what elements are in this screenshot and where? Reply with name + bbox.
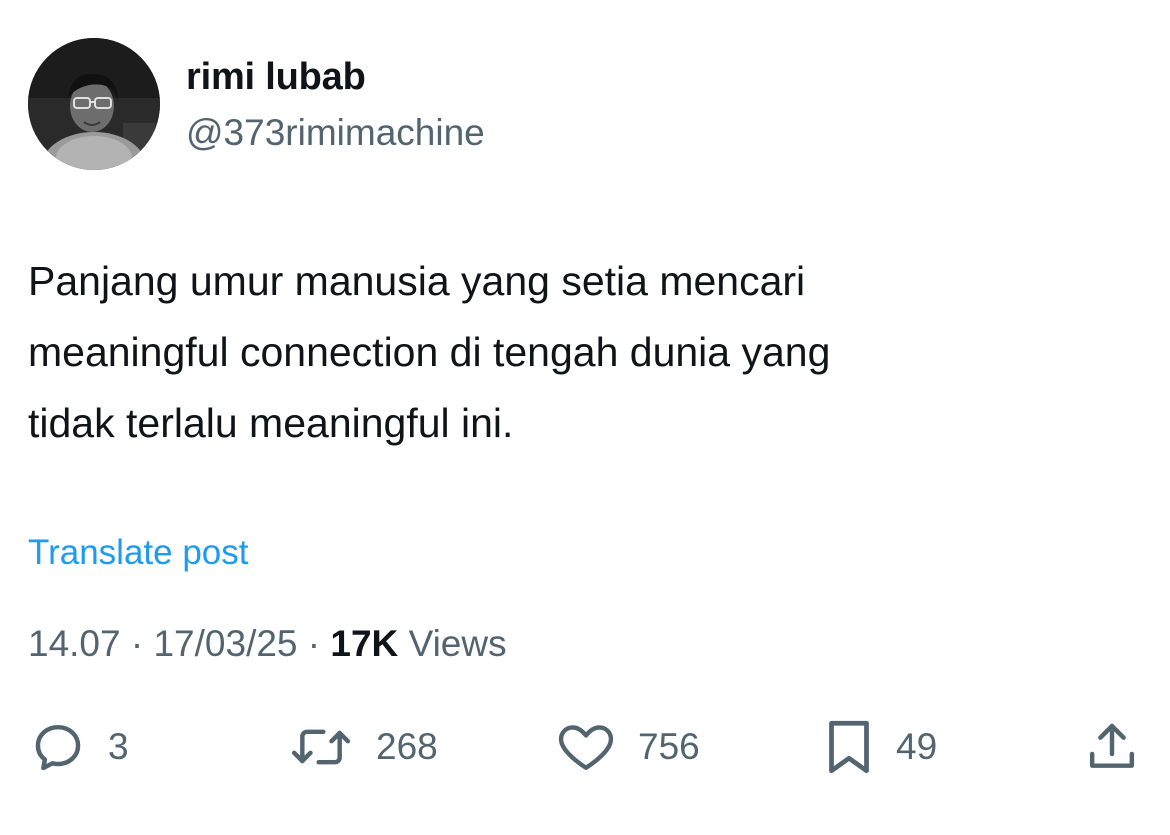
heart-icon [558, 725, 614, 770]
avatar-image [28, 38, 160, 170]
display-name[interactable]: rimi lubab [186, 54, 366, 100]
repost-icon [291, 729, 351, 765]
repost-button[interactable]: 268 [288, 712, 438, 782]
tweet-detail: rimi lubab @373rimimachine Panjang umur … [0, 0, 1170, 835]
reply-button[interactable]: 3 [30, 712, 129, 782]
post-text: Panjang umur manusia yang setia mencari … [28, 258, 831, 446]
bookmark-button[interactable]: 49 [824, 712, 937, 782]
views-label: Views [408, 623, 507, 664]
post-date[interactable]: 17/03/25 [153, 623, 297, 664]
bookmark-icon [829, 720, 869, 774]
reply-icon [35, 724, 81, 771]
repost-count: 268 [376, 726, 438, 767]
translate-post-link[interactable]: Translate post [28, 530, 248, 576]
meta-separator: · [130, 623, 144, 664]
avatar[interactable] [28, 38, 160, 170]
user-handle[interactable]: @373rimimachine [186, 110, 485, 156]
share-icon [1089, 723, 1135, 768]
like-count: 756 [638, 726, 700, 767]
like-button[interactable]: 756 [556, 712, 700, 782]
post-time[interactable]: 14.07 [28, 623, 121, 664]
share-button[interactable] [1084, 712, 1140, 782]
action-bar: 3 268 756 49 [0, 712, 1170, 782]
post-metadata: 14.07 · 17/03/25 · 17K Views [28, 621, 507, 667]
meta-separator: · [307, 623, 321, 664]
reply-count: 3 [108, 726, 129, 767]
views-count: 17K [330, 623, 399, 664]
bookmark-count: 49 [896, 726, 938, 767]
